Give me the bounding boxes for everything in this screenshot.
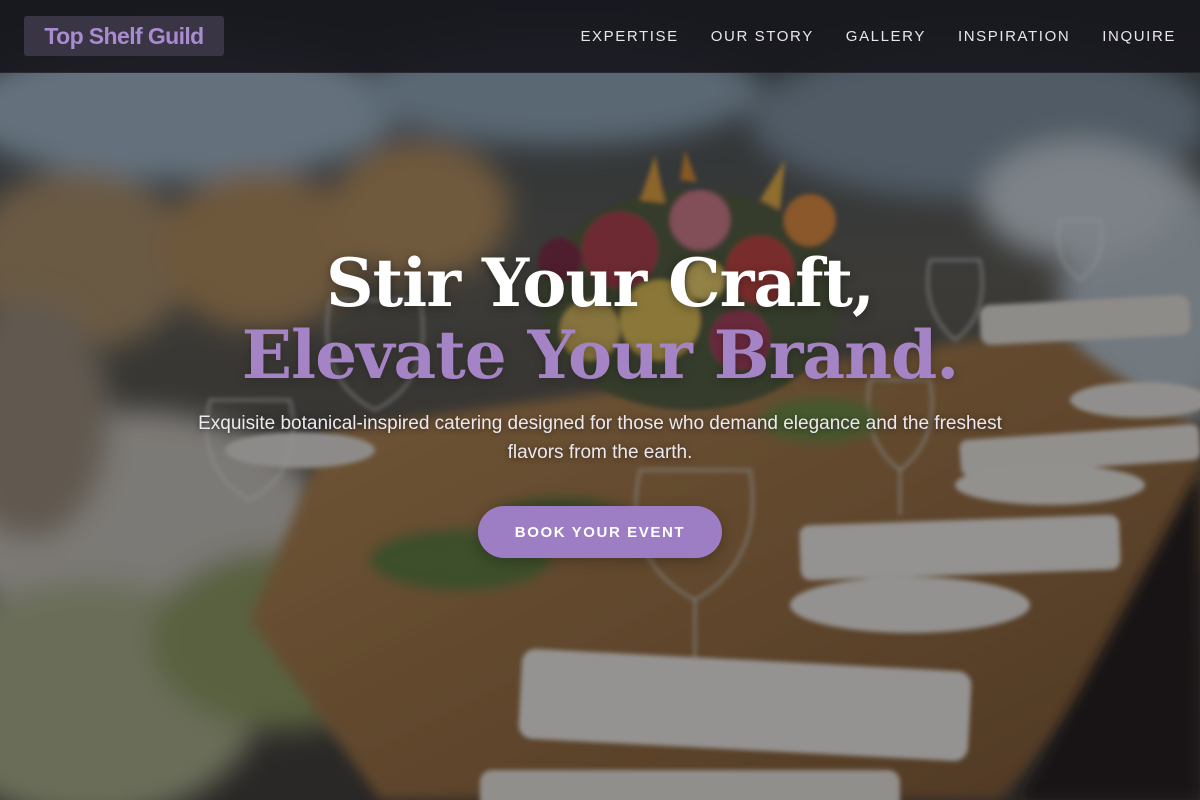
nav-link-gallery[interactable]: GALLERY: [846, 28, 926, 45]
hero-headline-accent: Elevate Your Brand.: [241, 316, 960, 394]
book-event-button[interactable]: BOOK YOUR EVENT: [478, 506, 722, 558]
site-header: Top Shelf Guild EXPERTISE OUR STORY GALL…: [0, 0, 1200, 73]
main-nav: EXPERTISE OUR STORY GALLERY INSPIRATION …: [580, 0, 1176, 72]
nav-link-inspiration[interactable]: INSPIRATION: [958, 28, 1070, 45]
nav-link-expertise[interactable]: EXPERTISE: [580, 28, 678, 45]
landing-page: Top Shelf Guild EXPERTISE OUR STORY GALL…: [0, 0, 1200, 800]
nav-link-our-story[interactable]: OUR STORY: [711, 28, 814, 45]
hero-section: Stir Your Craft, Elevate Your Brand. Exq…: [0, 0, 1200, 800]
hero-subtitle: Exquisite botanical-inspired catering de…: [198, 413, 1002, 463]
nav-link-inquire[interactable]: INQUIRE: [1102, 28, 1176, 45]
site-logo[interactable]: Top Shelf Guild: [24, 16, 224, 56]
